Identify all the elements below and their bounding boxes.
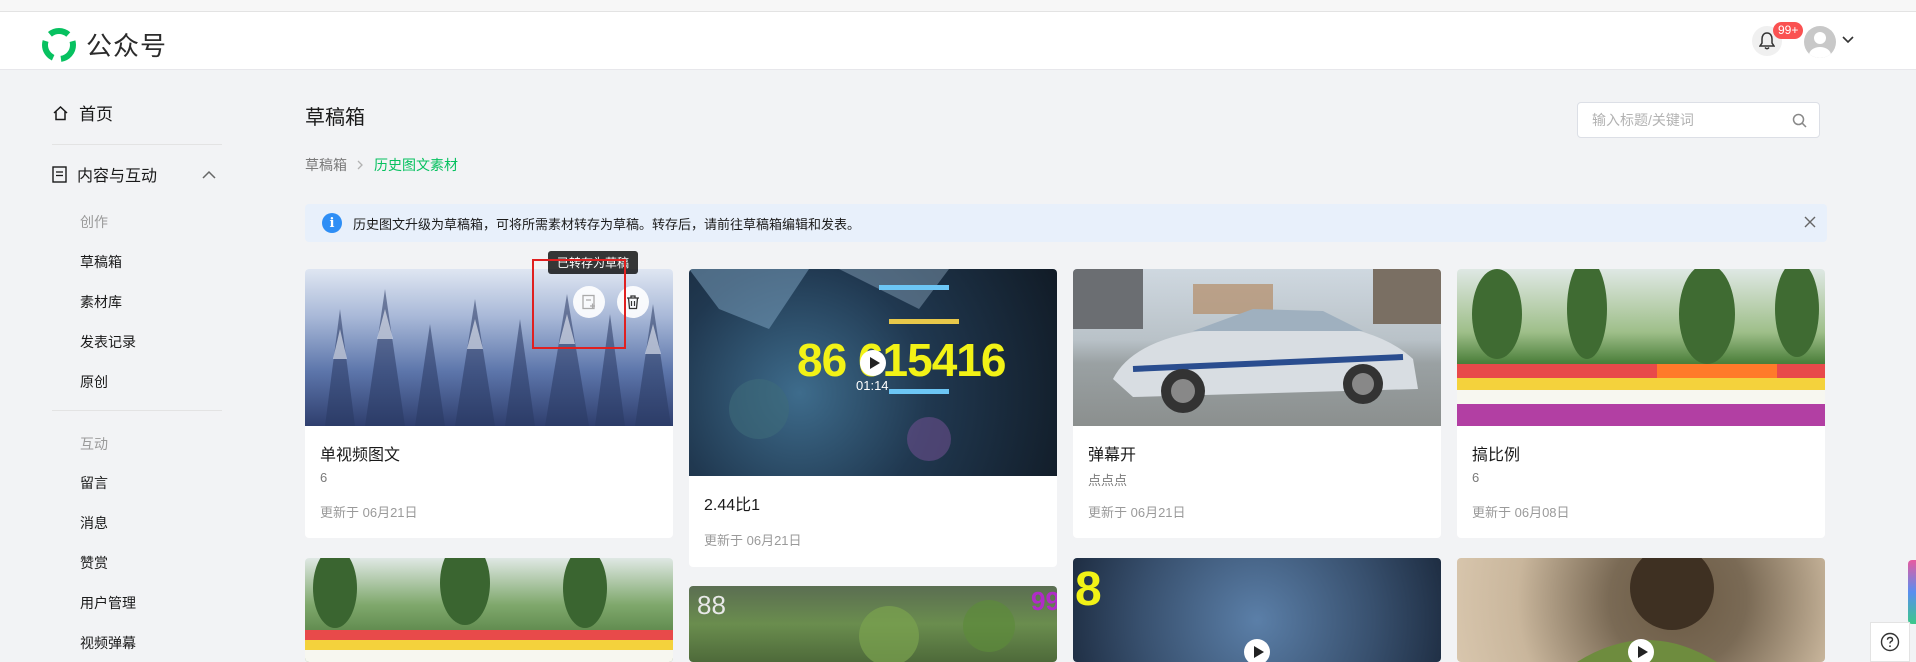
sidebar-item-comments[interactable]: 留言 <box>80 473 108 493</box>
play-button[interactable] <box>1628 639 1654 662</box>
chevron-up-icon[interactable] <box>202 170 216 179</box>
sidebar-item-original[interactable]: 原创 <box>80 372 108 392</box>
sidebar-section-interact: 互动 <box>80 436 108 452</box>
bell-icon <box>1759 32 1775 50</box>
card-thumbnail <box>1457 269 1825 426</box>
card-subtitle: 点点点 <box>1088 473 1128 488</box>
sidebar: 首页 内容与互动 创作 草稿箱 素材库 发表记录 原创 互动 留言 消息 赞赏 … <box>0 71 240 662</box>
search-icon[interactable] <box>1792 113 1807 128</box>
article-card[interactable]: 88 99 <box>689 586 1057 662</box>
card-date: 更新于 06月21日 <box>704 533 802 548</box>
sidebar-item-materials[interactable]: 素材库 <box>80 292 122 312</box>
home-icon <box>53 105 68 120</box>
card-thumbnail: 86 615416 01:14 <box>689 269 1057 476</box>
chevron-right-icon <box>357 160 363 170</box>
highlight-box <box>532 259 626 349</box>
notification-badge: 99+ <box>1773 22 1804 39</box>
video-overlay-number: 86 615416 <box>797 334 1006 386</box>
tulip-field-image <box>305 558 673 662</box>
notice-banner: i 历史图文升级为草稿箱，可将所需素材转存为草稿。转存后，请前往草稿箱编辑和发表… <box>305 204 1827 242</box>
logo[interactable]: 公众号 <box>42 26 167 63</box>
article-card[interactable]: 弹幕开 点点点 更新于 06月21日 <box>1073 269 1441 538</box>
help-icon <box>1880 632 1900 652</box>
wechat-official-logo-icon <box>42 27 76 62</box>
silver-car-image <box>1073 269 1441 413</box>
trash-icon <box>627 295 639 310</box>
sidebar-item-home[interactable]: 首页 <box>52 100 113 125</box>
play-button[interactable] <box>1244 639 1270 662</box>
video-overlay-number: 8 <box>1075 563 1102 616</box>
card-subtitle: 6 <box>320 470 328 485</box>
card-subtitle: 6 <box>1472 470 1480 485</box>
sidebar-item-publish-records[interactable]: 发表记录 <box>80 332 136 352</box>
sidebar-item-drafts[interactable]: 草稿箱 <box>80 252 122 272</box>
card-thumbnail <box>1457 558 1825 662</box>
search-input[interactable] <box>1592 103 1792 137</box>
browser-bookmark-strip <box>0 0 1916 12</box>
card-date: 更新于 06月21日 <box>320 505 418 520</box>
default-avatar-icon <box>1809 32 1831 58</box>
video-overlay-number: 88 <box>697 590 726 620</box>
sidebar-divider <box>52 144 222 145</box>
sidebar-group-content-label: 内容与互动 <box>77 168 158 185</box>
breadcrumb-history-materials: 历史图文素材 <box>374 157 458 173</box>
help-button[interactable] <box>1870 622 1910 662</box>
sidebar-divider <box>52 410 222 411</box>
sidebar-item-rewards[interactable]: 赞赏 <box>80 553 108 573</box>
play-button[interactable] <box>860 350 886 376</box>
sidebar-item-messages[interactable]: 消息 <box>80 513 108 533</box>
video-duration: 01:14 <box>856 378 889 393</box>
breadcrumb-drafts[interactable]: 草稿箱 <box>305 155 347 175</box>
card-thumbnail: 8 <box>1073 558 1441 662</box>
article-card[interactable]: 8 <box>1073 558 1441 662</box>
article-card[interactable] <box>305 558 673 662</box>
card-title: 2.44比1 <box>704 497 761 514</box>
article-card[interactable]: 搞比例 6 更新于 06月08日 <box>1457 269 1825 538</box>
document-icon <box>52 165 67 183</box>
top-header: 公众号 99+ <box>0 12 1916 70</box>
notice-text: 历史图文升级为草稿箱，可将所需素材转存为草稿。转存后，请前往草稿箱编辑和发表。 <box>353 216 861 232</box>
card-thumbnail: 88 99 <box>689 586 1057 662</box>
info-icon: i <box>322 213 342 233</box>
card-date: 更新于 06月21日 <box>1088 505 1186 520</box>
sidebar-group-content[interactable]: 内容与互动 <box>52 162 222 186</box>
app-name: 公众号 <box>86 31 168 61</box>
card-thumbnail <box>305 558 673 662</box>
card-title: 搞比例 <box>1472 447 1521 464</box>
article-card[interactable]: 86 615416 01:14 2.44比1 更新于 06月21日 <box>689 269 1057 567</box>
breadcrumb: 草稿箱 历史图文素材 <box>305 155 458 175</box>
card-date: 更新于 06月08日 <box>1472 505 1570 520</box>
sidebar-item-user-management[interactable]: 用户管理 <box>80 593 136 613</box>
close-icon[interactable] <box>1803 215 1817 229</box>
card-thumbnail <box>1073 269 1441 426</box>
side-widget-tab[interactable] <box>1908 560 1916 624</box>
card-title: 弹幕开 <box>1088 447 1137 464</box>
video-overlay-number: 99 <box>1031 586 1057 616</box>
garden-image <box>859 600 1015 662</box>
tulip-field-image <box>1457 269 1825 426</box>
sidebar-item-video-danmaku[interactable]: 视频弹幕 <box>80 633 136 653</box>
card-title: 单视频图文 <box>320 447 401 464</box>
avatar[interactable] <box>1804 26 1836 58</box>
sidebar-section-create: 创作 <box>80 214 108 230</box>
search-box[interactable] <box>1577 102 1820 138</box>
sidebar-item-home-label: 首页 <box>79 105 113 124</box>
chevron-down-icon[interactable] <box>1842 36 1854 44</box>
page-title: 草稿箱 <box>305 107 365 129</box>
article-card[interactable] <box>1457 558 1825 662</box>
